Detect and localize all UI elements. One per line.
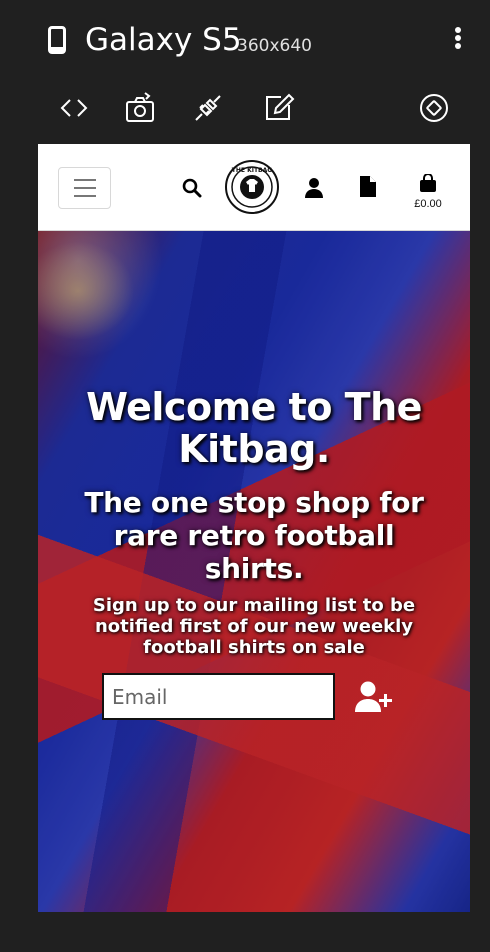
site-logo[interactable]: THE KITBAG (224, 159, 280, 215)
site-viewport: THE KITBAG £0.00 Welcome to The Kitbag. … (38, 144, 470, 912)
code-button[interactable] (54, 86, 94, 130)
connect-button[interactable] (188, 86, 228, 130)
rotate-icon (420, 94, 448, 122)
edit-button[interactable] (258, 86, 298, 130)
site-header: THE KITBAG £0.00 (38, 144, 470, 231)
basket-total: £0.00 (414, 198, 442, 210)
hero-content: Welcome to The Kitbag. The one stop shop… (38, 231, 470, 912)
device-resolution: 360x640 (237, 36, 312, 56)
basket-button[interactable]: £0.00 (410, 173, 446, 214)
logo-text: THE KITBAG (232, 167, 272, 174)
menu-toggle-button[interactable] (58, 167, 111, 209)
plug-icon (195, 95, 221, 121)
rotate-button[interactable] (414, 86, 454, 130)
hero-subtitle: The one stop shop for rare retro footbal… (84, 486, 424, 585)
email-field[interactable] (102, 673, 335, 720)
document-icon[interactable] (360, 176, 376, 197)
account-icon[interactable] (304, 177, 324, 199)
hero-title: Welcome to The Kitbag. (86, 385, 422, 471)
hero-banner: Welcome to The Kitbag. The one stop shop… (38, 231, 470, 912)
hamburger-line (73, 179, 96, 181)
more-vertical-icon[interactable] (448, 24, 468, 52)
screenshot-button[interactable] (120, 86, 160, 130)
signup-text: Sign up to our mailing list to be notifi… (92, 595, 416, 658)
code-icon (60, 99, 88, 117)
device-name[interactable]: Galaxy S5 (85, 22, 242, 58)
shopping-bag-icon (420, 173, 436, 192)
hamburger-line (73, 195, 96, 197)
phone-icon (48, 26, 66, 54)
device-bar: Galaxy S5 360x640 (0, 0, 490, 80)
hamburger-line (73, 187, 96, 189)
emulator-toolbar (0, 86, 490, 134)
camera-icon (126, 92, 154, 122)
subscribe-button[interactable] (352, 679, 396, 717)
search-icon[interactable] (182, 178, 202, 198)
edit-icon (266, 93, 295, 120)
add-user-icon (355, 681, 392, 712)
